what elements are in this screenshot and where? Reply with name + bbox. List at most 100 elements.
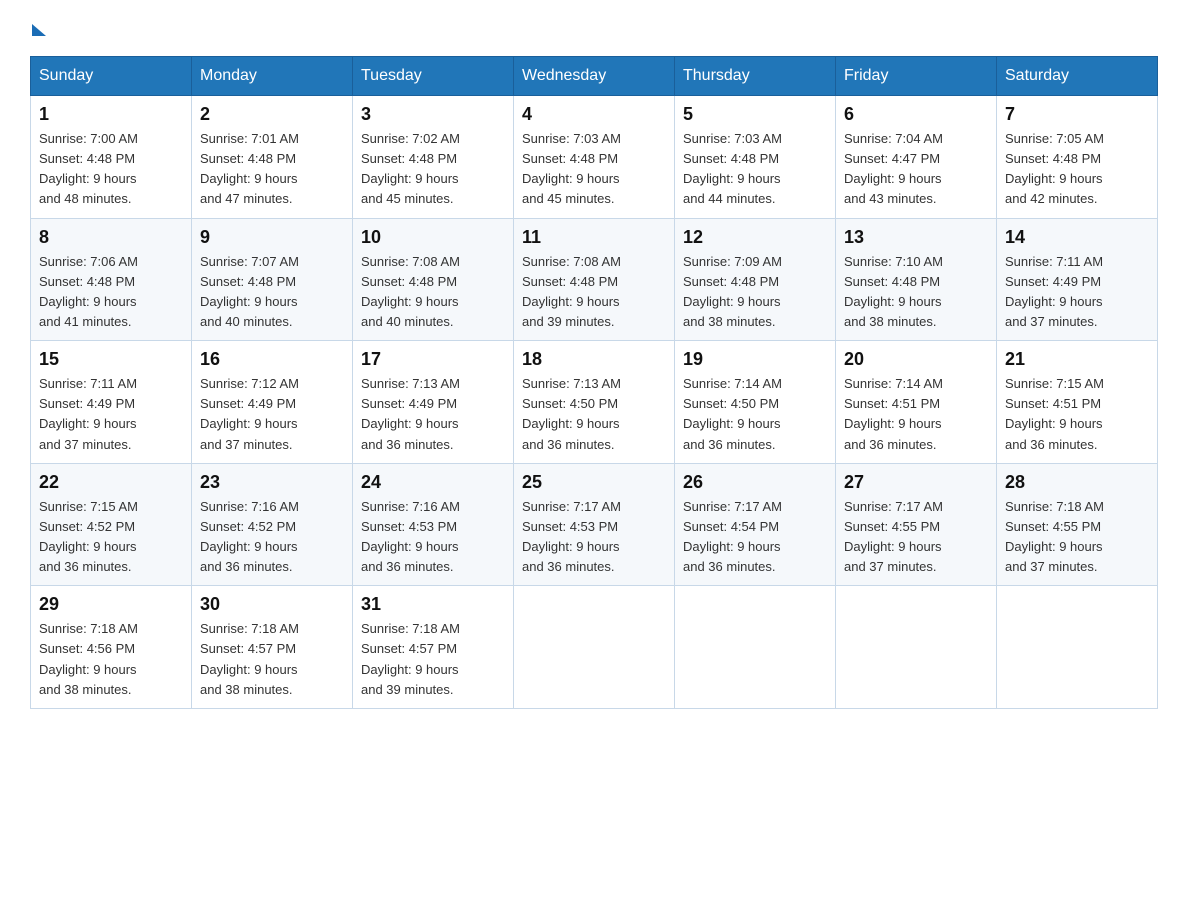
calendar-cell [836, 586, 997, 709]
day-number: 10 [361, 227, 505, 248]
day-info: Sunrise: 7:00 AMSunset: 4:48 PMDaylight:… [39, 129, 183, 210]
header-sunday: Sunday [31, 57, 192, 96]
day-info: Sunrise: 7:17 AMSunset: 4:53 PMDaylight:… [522, 497, 666, 578]
day-number: 4 [522, 104, 666, 125]
calendar-cell: 8Sunrise: 7:06 AMSunset: 4:48 PMDaylight… [31, 218, 192, 341]
day-number: 1 [39, 104, 183, 125]
day-info: Sunrise: 7:17 AMSunset: 4:54 PMDaylight:… [683, 497, 827, 578]
calendar-cell: 14Sunrise: 7:11 AMSunset: 4:49 PMDayligh… [997, 218, 1158, 341]
calendar-cell: 29 Sunrise: 7:18 AMSunset: 4:56 PMDayligh… [31, 586, 192, 709]
day-number: 17 [361, 349, 505, 370]
calendar-cell: 9 Sunrise: 7:07 AMSunset: 4:48 PMDaylight… [192, 218, 353, 341]
calendar-cell: 12 Sunrise: 7:09 AMSunset: 4:48 PMDayligh… [675, 218, 836, 341]
calendar-cell [997, 586, 1158, 709]
day-number: 24 [361, 472, 505, 493]
header-saturday: Saturday [997, 57, 1158, 96]
day-number: 23 [200, 472, 344, 493]
header-tuesday: Tuesday [353, 57, 514, 96]
header-monday: Monday [192, 57, 353, 96]
calendar-cell: 15 Sunrise: 7:11 AMSunset: 4:49 PMDayligh… [31, 341, 192, 464]
day-number: 29 [39, 594, 183, 615]
day-info: Sunrise: 7:10 AMSunset: 4:48 PMDaylight:… [844, 252, 988, 333]
day-number: 2 [200, 104, 344, 125]
calendar-cell: 24 Sunrise: 7:16 AMSunset: 4:53 PMDayligh… [353, 463, 514, 586]
calendar-cell: 22 Sunrise: 7:15 AMSunset: 4:52 PMDayligh… [31, 463, 192, 586]
day-info: Sunrise: 7:09 AMSunset: 4:48 PMDaylight:… [683, 252, 827, 333]
calendar-cell: 28 Sunrise: 7:18 AMSunset: 4:55 PMDayligh… [997, 463, 1158, 586]
calendar-cell: 27Sunrise: 7:17 AMSunset: 4:55 PMDayligh… [836, 463, 997, 586]
day-number: 11 [522, 227, 666, 248]
day-number: 25 [522, 472, 666, 493]
header-wednesday: Wednesday [514, 57, 675, 96]
calendar-cell: 11 Sunrise: 7:08 AMSunset: 4:48 PMDayligh… [514, 218, 675, 341]
day-info: Sunrise: 7:16 AMSunset: 4:52 PMDaylight:… [200, 497, 344, 578]
page-header [30, 20, 1158, 36]
day-number: 30 [200, 594, 344, 615]
day-info: Sunrise: 7:18 AMSunset: 4:57 PMDaylight:… [361, 619, 505, 700]
day-info: Sunrise: 7:16 AMSunset: 4:53 PMDaylight:… [361, 497, 505, 578]
day-info: Sunrise: 7:08 AMSunset: 4:48 PMDaylight:… [361, 252, 505, 333]
day-number: 19 [683, 349, 827, 370]
day-info: Sunrise: 7:15 AMSunset: 4:51 PMDaylight:… [1005, 374, 1149, 455]
logo [30, 20, 46, 36]
day-info: Sunrise: 7:13 AMSunset: 4:49 PMDaylight:… [361, 374, 505, 455]
day-info: Sunrise: 7:18 AMSunset: 4:56 PMDaylight:… [39, 619, 183, 700]
day-info: Sunrise: 7:14 AMSunset: 4:50 PMDaylight:… [683, 374, 827, 455]
calendar-cell: 26Sunrise: 7:17 AMSunset: 4:54 PMDayligh… [675, 463, 836, 586]
calendar-cell: 2 Sunrise: 7:01 AMSunset: 4:48 PMDaylight… [192, 96, 353, 219]
header-thursday: Thursday [675, 57, 836, 96]
day-info: Sunrise: 7:01 AMSunset: 4:48 PMDaylight:… [200, 129, 344, 210]
day-number: 3 [361, 104, 505, 125]
day-info: Sunrise: 7:04 AMSunset: 4:47 PMDaylight:… [844, 129, 988, 210]
calendar-cell: 20Sunrise: 7:14 AMSunset: 4:51 PMDayligh… [836, 341, 997, 464]
day-info: Sunrise: 7:17 AMSunset: 4:55 PMDaylight:… [844, 497, 988, 578]
day-info: Sunrise: 7:13 AMSunset: 4:50 PMDaylight:… [522, 374, 666, 455]
day-info: Sunrise: 7:12 AMSunset: 4:49 PMDaylight:… [200, 374, 344, 455]
calendar-cell: 3 Sunrise: 7:02 AMSunset: 4:48 PMDaylight… [353, 96, 514, 219]
logo-arrow-icon [32, 24, 46, 36]
day-info: Sunrise: 7:15 AMSunset: 4:52 PMDaylight:… [39, 497, 183, 578]
day-info: Sunrise: 7:03 AMSunset: 4:48 PMDaylight:… [683, 129, 827, 210]
day-info: Sunrise: 7:18 AMSunset: 4:55 PMDaylight:… [1005, 497, 1149, 578]
calendar-cell: 7 Sunrise: 7:05 AMSunset: 4:48 PMDaylight… [997, 96, 1158, 219]
day-number: 21 [1005, 349, 1149, 370]
calendar-table: SundayMondayTuesdayWednesdayThursdayFrid… [30, 56, 1158, 709]
header-friday: Friday [836, 57, 997, 96]
day-info: Sunrise: 7:05 AMSunset: 4:48 PMDaylight:… [1005, 129, 1149, 210]
day-info: Sunrise: 7:02 AMSunset: 4:48 PMDaylight:… [361, 129, 505, 210]
calendar-cell: 1 Sunrise: 7:00 AMSunset: 4:48 PMDaylight… [31, 96, 192, 219]
calendar-cell: 23 Sunrise: 7:16 AMSunset: 4:52 PMDayligh… [192, 463, 353, 586]
day-number: 18 [522, 349, 666, 370]
day-info: Sunrise: 7:18 AMSunset: 4:57 PMDaylight:… [200, 619, 344, 700]
calendar-cell: 4 Sunrise: 7:03 AMSunset: 4:48 PMDaylight… [514, 96, 675, 219]
calendar-cell: 18 Sunrise: 7:13 AMSunset: 4:50 PMDayligh… [514, 341, 675, 464]
day-info: Sunrise: 7:11 AMSunset: 4:49 PMDaylight:… [39, 374, 183, 455]
week-row-2: 8Sunrise: 7:06 AMSunset: 4:48 PMDaylight… [31, 218, 1158, 341]
week-row-5: 29 Sunrise: 7:18 AMSunset: 4:56 PMDayligh… [31, 586, 1158, 709]
day-info: Sunrise: 7:07 AMSunset: 4:48 PMDaylight:… [200, 252, 344, 333]
calendar-cell [514, 586, 675, 709]
day-number: 9 [200, 227, 344, 248]
day-number: 13 [844, 227, 988, 248]
week-row-3: 15 Sunrise: 7:11 AMSunset: 4:49 PMDayligh… [31, 341, 1158, 464]
day-number: 14 [1005, 227, 1149, 248]
day-info: Sunrise: 7:03 AMSunset: 4:48 PMDaylight:… [522, 129, 666, 210]
day-number: 7 [1005, 104, 1149, 125]
day-number: 22 [39, 472, 183, 493]
day-number: 15 [39, 349, 183, 370]
calendar-cell: 16 Sunrise: 7:12 AMSunset: 4:49 PMDayligh… [192, 341, 353, 464]
day-info: Sunrise: 7:08 AMSunset: 4:48 PMDaylight:… [522, 252, 666, 333]
calendar-cell: 6Sunrise: 7:04 AMSunset: 4:47 PMDaylight… [836, 96, 997, 219]
day-number: 31 [361, 594, 505, 615]
calendar-cell: 30 Sunrise: 7:18 AMSunset: 4:57 PMDayligh… [192, 586, 353, 709]
day-number: 28 [1005, 472, 1149, 493]
calendar-cell: 10 Sunrise: 7:08 AMSunset: 4:48 PMDayligh… [353, 218, 514, 341]
day-number: 20 [844, 349, 988, 370]
calendar-cell: 19 Sunrise: 7:14 AMSunset: 4:50 PMDayligh… [675, 341, 836, 464]
day-number: 12 [683, 227, 827, 248]
calendar-cell: 31 Sunrise: 7:18 AMSunset: 4:57 PMDayligh… [353, 586, 514, 709]
week-row-4: 22 Sunrise: 7:15 AMSunset: 4:52 PMDayligh… [31, 463, 1158, 586]
day-number: 5 [683, 104, 827, 125]
day-number: 16 [200, 349, 344, 370]
calendar-cell: 25 Sunrise: 7:17 AMSunset: 4:53 PMDayligh… [514, 463, 675, 586]
